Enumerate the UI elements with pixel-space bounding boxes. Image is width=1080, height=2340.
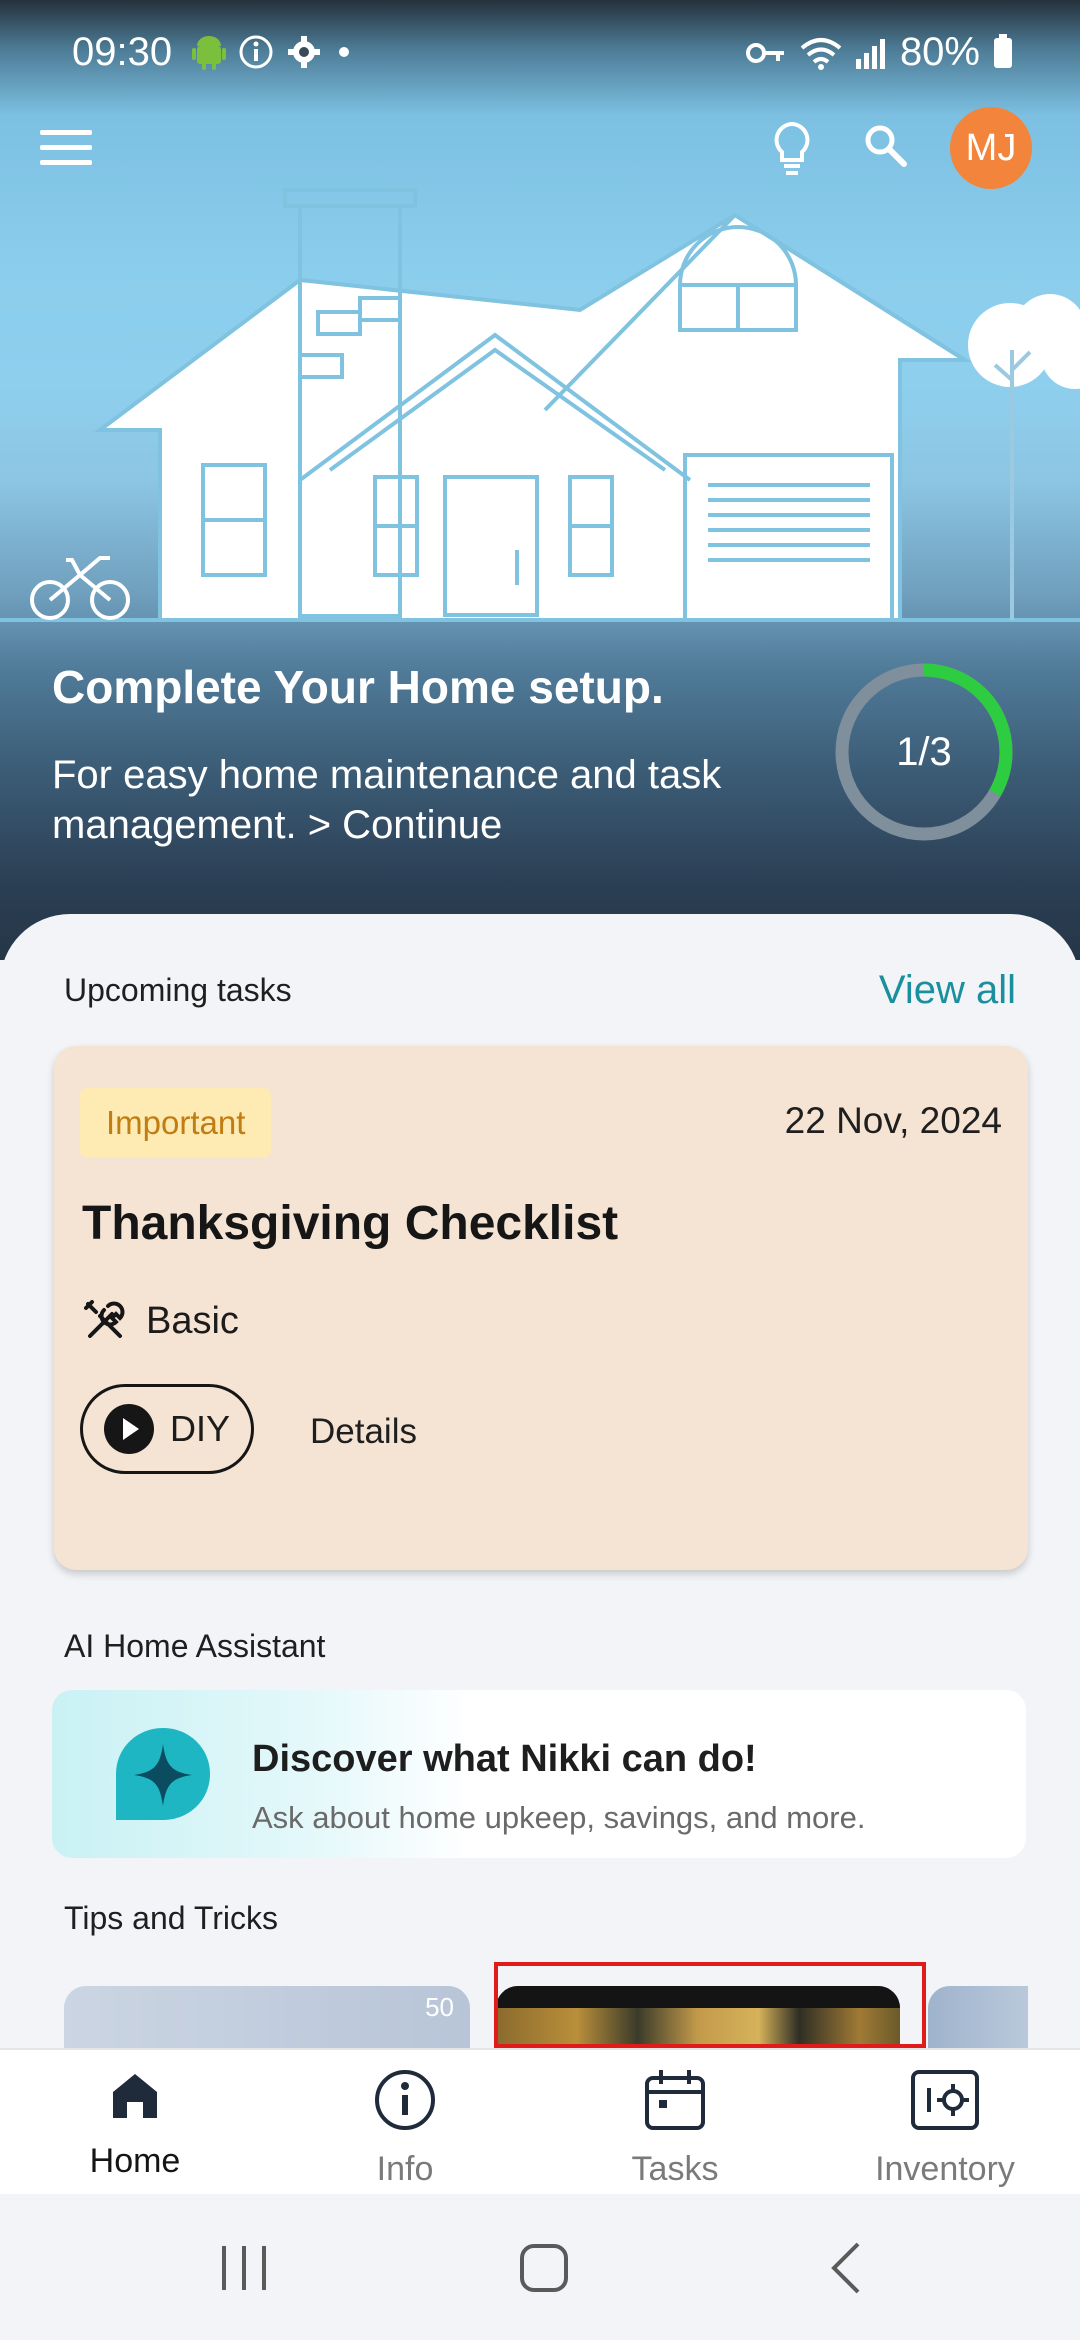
info-icon: [375, 2070, 435, 2130]
calendar-icon: [645, 2070, 705, 2130]
upcoming-tasks-label: Upcoming tasks: [64, 972, 292, 1008]
tip-card[interactable]: 50: [64, 1986, 470, 2048]
view-all-link[interactable]: View all: [879, 968, 1016, 1013]
status-right: 80%: [745, 30, 1012, 75]
setup-subtitle[interactable]: For easy home maintenance and task manag…: [52, 750, 832, 850]
ai-assistant-card[interactable]: Discover what Nikki can do! Ask about ho…: [52, 1690, 1026, 1858]
task-level: Basic: [82, 1298, 239, 1344]
ai-card-subtitle: Ask about home upkeep, savings, and more…: [252, 1800, 866, 1835]
ai-card-title: Discover what Nikki can do!: [252, 1738, 757, 1780]
tab-inventory[interactable]: Inventory: [810, 2068, 1080, 2189]
bottom-tab-bar: Home Info Tasks Inventory: [0, 2048, 1080, 2196]
task-level-label: Basic: [146, 1299, 239, 1342]
battery-percent: 80%: [899, 30, 980, 74]
house-illustration: [0, 188, 1080, 622]
setup-progress-label: 1/3: [896, 729, 952, 774]
tab-label: Tasks: [631, 2150, 719, 2188]
settings-gear-icon: [288, 36, 320, 68]
hamburger-menu-icon[interactable]: [40, 130, 92, 170]
home-setup-hero: 09:30 80% MJ Complete Your Home setup. F…: [0, 0, 1080, 960]
status-bar: 09:30 80%: [0, 0, 1080, 110]
home-nav-icon[interactable]: [518, 2240, 570, 2296]
task-card[interactable]: Important 22 Nov, 2024 Thanksgiving Chec…: [54, 1046, 1028, 1570]
task-date: 22 Nov, 2024: [784, 1100, 1002, 1141]
status-time: 09:30: [72, 30, 173, 74]
tab-home[interactable]: Home: [0, 2068, 270, 2181]
dot-icon: [339, 47, 349, 57]
tip-card[interactable]: [928, 1986, 1028, 2048]
selection-highlight: [494, 1962, 926, 2048]
setup-title[interactable]: Complete Your Home setup.: [52, 660, 664, 714]
battery-icon: [994, 33, 1012, 68]
inventory-icon: [911, 2070, 979, 2130]
lightbulb-icon[interactable]: [770, 120, 814, 178]
wifi-icon: [800, 37, 842, 70]
tab-info[interactable]: Info: [270, 2068, 540, 2189]
ai-assistant-label: AI Home Assistant: [64, 1628, 326, 1664]
tab-label: Home: [89, 2142, 181, 2180]
avatar[interactable]: MJ: [950, 107, 1032, 189]
vpn-key-icon: [745, 42, 784, 63]
priority-badge: Important: [80, 1088, 272, 1158]
tab-label: Info: [376, 2150, 434, 2188]
info-circle-icon: [239, 35, 273, 69]
recent-apps-icon[interactable]: [214, 2242, 274, 2294]
play-icon: [103, 1404, 154, 1454]
nikki-logo-icon: [116, 1728, 210, 1820]
tips-label: Tips and Tricks: [64, 1900, 278, 1936]
tab-label: Inventory: [875, 2150, 1015, 2188]
task-title: Thanksgiving Checklist: [82, 1197, 619, 1250]
weather-temp: 50: [425, 1992, 454, 2022]
system-nav-bar: [0, 2194, 1080, 2340]
home-icon: [113, 2074, 157, 2118]
status-notification-icons: [192, 34, 354, 70]
signal-icon: [855, 38, 885, 69]
details-link[interactable]: Details: [310, 1412, 417, 1452]
android-icon: [192, 36, 226, 70]
diy-label: DIY: [169, 1408, 230, 1449]
tab-tasks[interactable]: Tasks: [540, 2068, 810, 2189]
back-icon[interactable]: [826, 2240, 866, 2296]
search-icon[interactable]: [862, 122, 908, 168]
tools-icon: [84, 1300, 125, 1338]
diy-button[interactable]: DIY: [80, 1384, 254, 1474]
